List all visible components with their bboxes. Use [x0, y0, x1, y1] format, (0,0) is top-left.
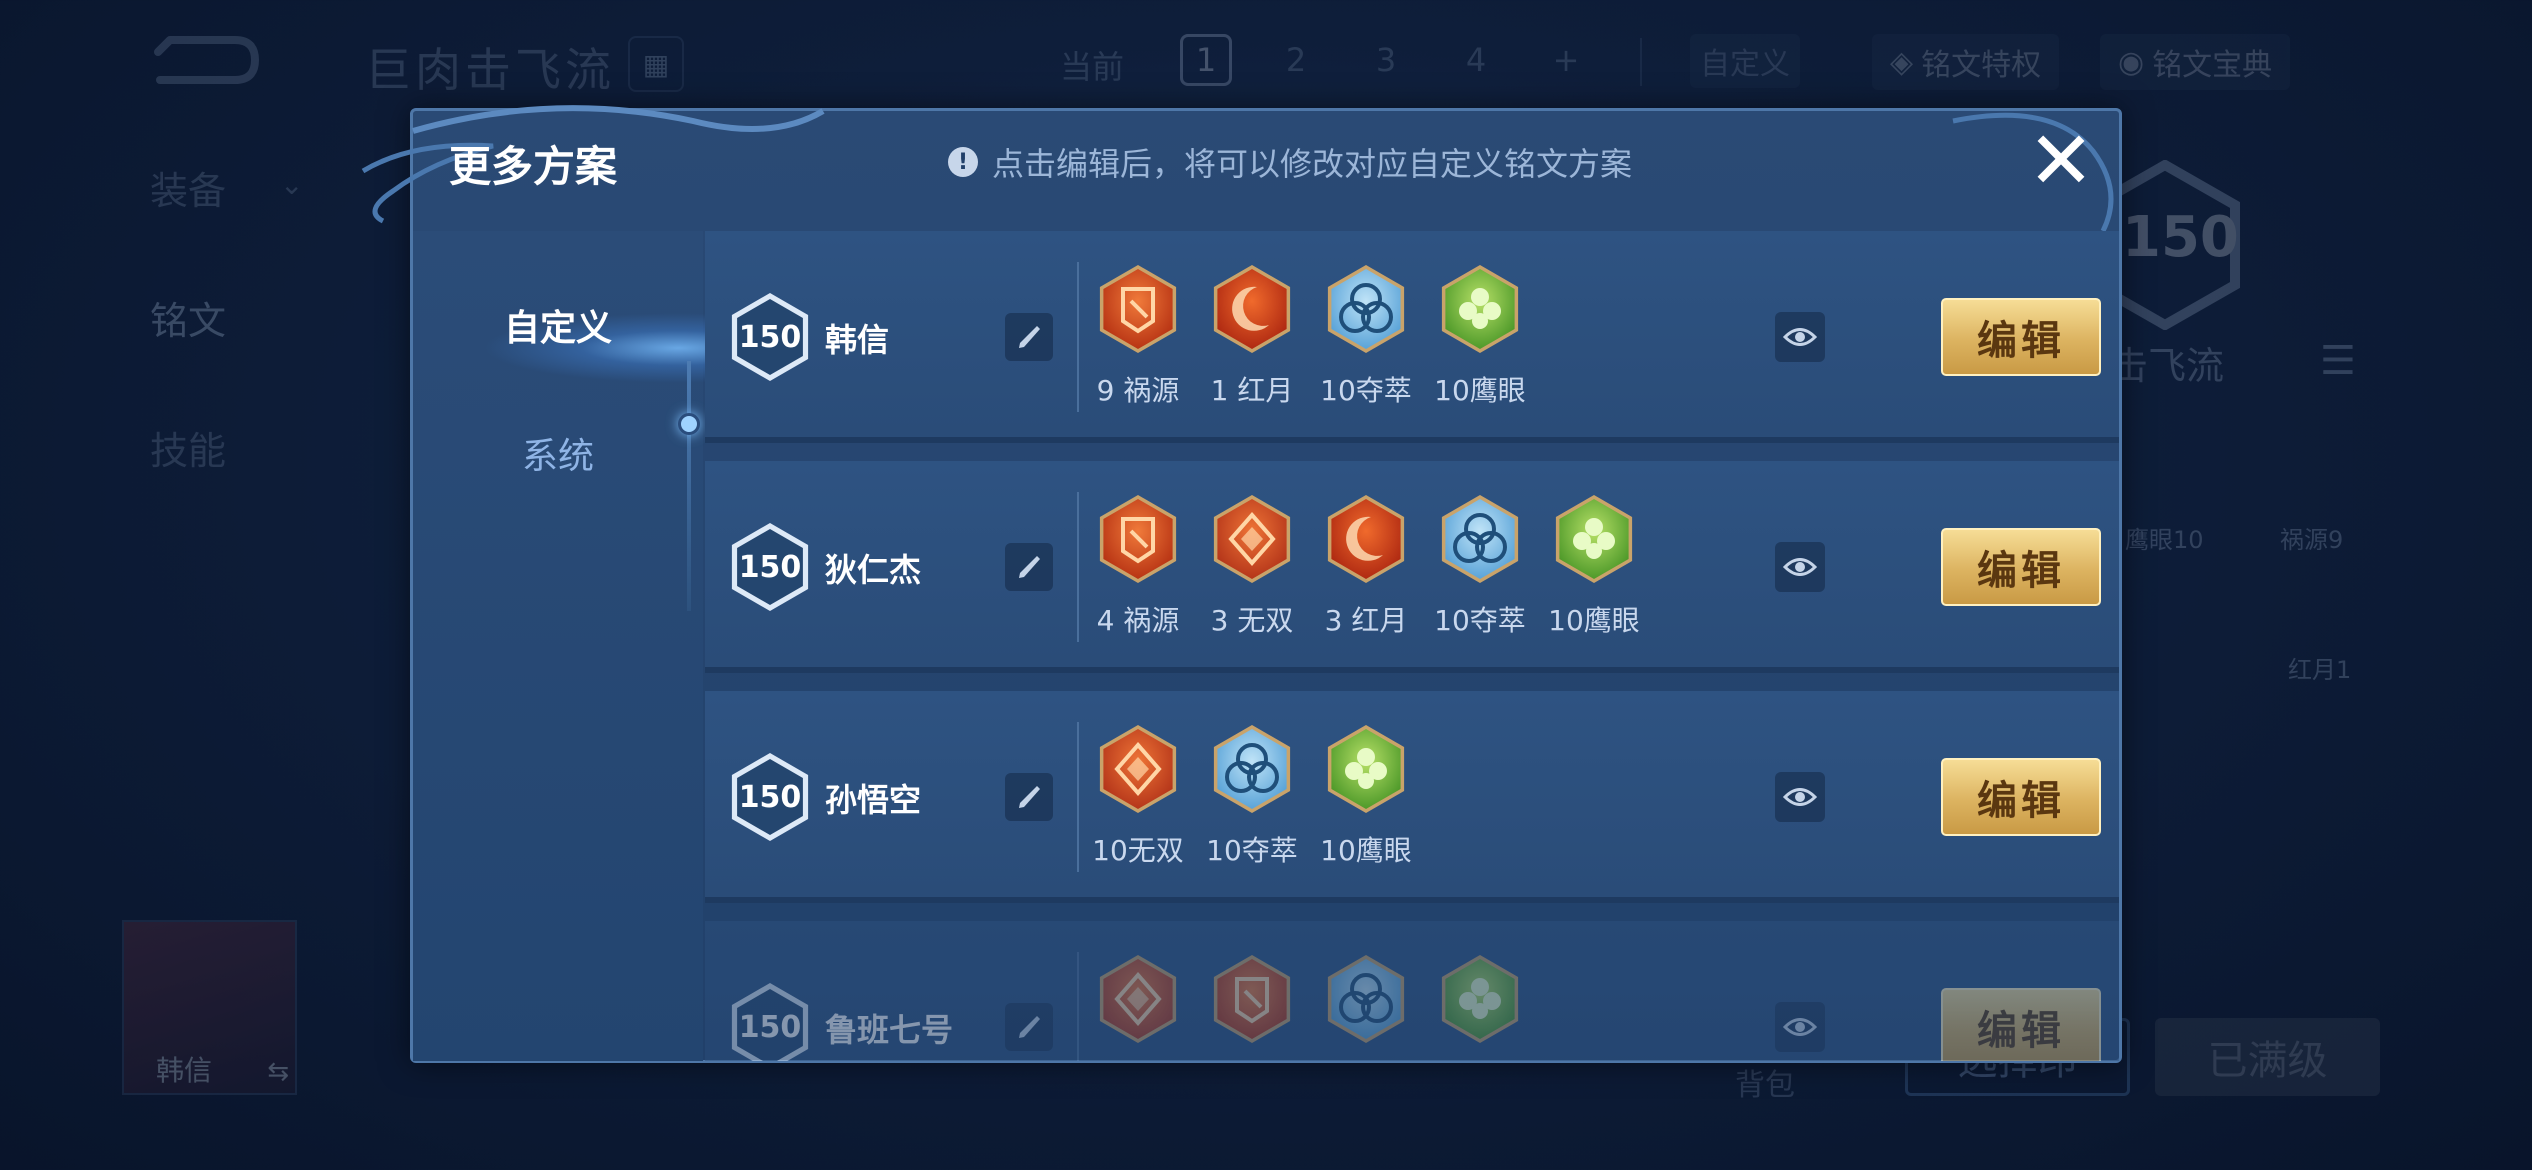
scheme-row: 150 孙悟空 10无双 10夺萃 10鹰眼 编辑 — [705, 691, 2119, 903]
rune-count-label: 10鹰眼 — [1320, 834, 1412, 867]
blue-knot-rune-icon — [1435, 489, 1525, 593]
preview-button[interactable] — [1775, 772, 1825, 822]
tab-track — [687, 361, 691, 611]
eye-icon — [1783, 1018, 1817, 1036]
rename-button[interactable] — [1005, 1003, 1053, 1051]
rune-count-label: 10夺萃 — [1434, 604, 1526, 637]
red-diamond-rune-icon — [1093, 719, 1183, 823]
level-badge-icon: 150 — [731, 753, 809, 841]
red-diamond-rune-icon — [1207, 489, 1297, 593]
eye-icon — [1783, 328, 1817, 346]
preview-button[interactable] — [1775, 1002, 1825, 1052]
red-shield-rune-icon — [1207, 949, 1297, 1053]
hint-text: 点击编辑后，将可以修改对应自定义铭文方案 — [992, 145, 1633, 183]
pencil-icon — [1019, 326, 1040, 348]
rune-count-label: 1 红月 — [1210, 374, 1294, 407]
edit-button[interactable]: 编辑 — [1941, 988, 2101, 1061]
hero-name: 鲁班七号 — [825, 1011, 954, 1049]
rune-count-label: 4 祸源 — [1096, 604, 1180, 637]
rune-count-label: 9 祸源 — [1096, 374, 1180, 407]
level-badge-icon: 150 — [731, 523, 809, 611]
red-shield-rune-icon — [1093, 489, 1183, 593]
more-schemes-modal: 更多方案 ! 点击编辑后，将可以修改对应自定义铭文方案 ✕ 自定义 系统 150… — [361, 105, 2122, 1063]
green-clover-rune-icon — [1321, 719, 1411, 823]
edit-button[interactable]: 编辑 — [1941, 758, 2101, 836]
hero-name: 孙悟空 — [825, 781, 922, 819]
row-divider — [1077, 262, 1079, 412]
edit-button[interactable]: 编辑 — [1941, 298, 2101, 376]
rune-count-label: 10夺萃 — [1206, 834, 1298, 867]
svg-text:150: 150 — [739, 1010, 802, 1045]
rename-button[interactable] — [1005, 313, 1053, 361]
green-clover-rune-icon — [1549, 489, 1639, 593]
blue-knot-rune-icon — [1321, 949, 1411, 1053]
blue-knot-rune-icon — [1207, 719, 1297, 823]
rune-count-label: 10无双 — [1092, 834, 1184, 867]
pencil-icon — [1019, 1016, 1040, 1038]
rename-button[interactable] — [1005, 543, 1053, 591]
close-button[interactable]: ✕ — [2025, 121, 2097, 201]
preview-button[interactable] — [1775, 312, 1825, 362]
rune-count-label: 3 无双 — [1210, 604, 1294, 637]
scheme-row: 150 鲁班七号 编辑 — [705, 921, 2119, 1061]
pencil-icon — [1019, 556, 1040, 578]
rename-button[interactable] — [1005, 773, 1053, 821]
svg-text:150: 150 — [739, 550, 802, 585]
rune-count-label: 10鹰眼 — [1434, 374, 1526, 407]
green-clover-rune-icon — [1435, 259, 1525, 363]
info-icon: ! — [948, 147, 978, 177]
row-divider — [1077, 722, 1079, 872]
hero-name: 狄仁杰 — [825, 551, 922, 589]
red-shield-rune-icon — [1093, 259, 1183, 363]
pencil-icon — [1019, 786, 1040, 808]
rune-count-label: 3 红月 — [1324, 604, 1408, 637]
preview-button[interactable] — [1775, 542, 1825, 592]
hero-name: 韩信 — [825, 321, 890, 359]
red-moon-rune-icon — [1321, 489, 1411, 593]
level-badge-icon: 150 — [731, 293, 809, 381]
edit-button[interactable]: 编辑 — [1941, 528, 2101, 606]
scheme-row: 150 韩信 9 祸源 1 红月 10夺萃 10鹰眼 编辑 — [705, 231, 2119, 443]
red-diamond-rune-icon — [1093, 949, 1183, 1053]
rune-count-label: 10夺萃 — [1320, 374, 1412, 407]
eye-icon — [1783, 558, 1817, 576]
rune-count-label: 10鹰眼 — [1548, 604, 1640, 637]
eye-icon — [1783, 788, 1817, 806]
svg-text:150: 150 — [739, 320, 802, 355]
level-badge-icon: 150 — [731, 983, 809, 1061]
row-divider — [1077, 952, 1079, 1061]
modal-sidebar: 自定义 系统 — [413, 231, 743, 1061]
red-moon-rune-icon — [1207, 259, 1297, 363]
scheme-row: 150 狄仁杰 4 祸源 3 无双 3 红月 10夺萃 10鹰眼 编辑 — [705, 461, 2119, 673]
tab-custom[interactable]: 自定义 — [413, 299, 703, 351]
modal-title: 更多方案 — [449, 142, 618, 191]
svg-text:150: 150 — [739, 780, 802, 815]
tab-system[interactable]: 系统 — [413, 427, 703, 479]
scheme-list: 150 韩信 9 祸源 1 红月 10夺萃 10鹰眼 编辑 150 狄仁杰 4 祸源 3… — [705, 231, 2119, 1061]
blue-knot-rune-icon — [1321, 259, 1411, 363]
row-divider — [1077, 492, 1079, 642]
green-clover-rune-icon — [1435, 949, 1525, 1053]
modal-hint: ! 点击编辑后，将可以修改对应自定义铭文方案 — [948, 139, 1632, 185]
